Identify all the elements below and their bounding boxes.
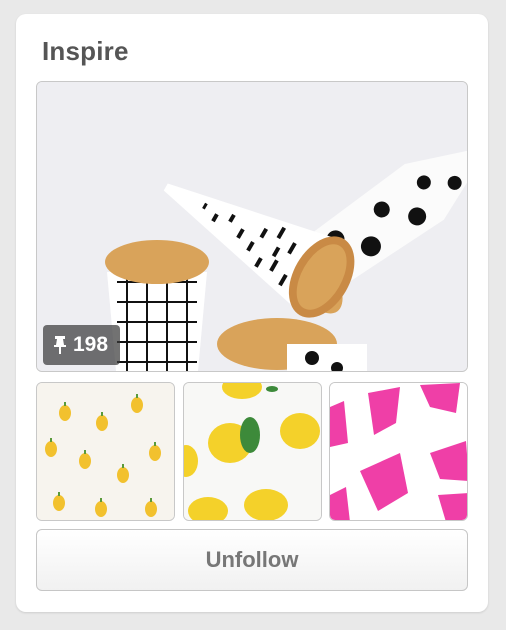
pin-count: 198: [73, 333, 109, 356]
board-cover-image[interactable]: 198: [36, 81, 468, 372]
board-card: Inspire 198 Unfollow: [16, 14, 488, 612]
thumbnail-pink-brush[interactable]: [329, 382, 468, 521]
board-title[interactable]: Inspire: [42, 36, 129, 67]
lemon-pattern-image: [37, 383, 174, 520]
lemons-photo-image: [184, 383, 321, 520]
thumbnail-lemons-photo[interactable]: [183, 382, 322, 521]
pin-count-badge: 198: [43, 325, 121, 365]
thumbnail-lemon-pattern[interactable]: [36, 382, 175, 521]
unfollow-button[interactable]: Unfollow: [36, 529, 468, 591]
pushpin-icon: [53, 335, 67, 355]
pink-brushstroke-image: [330, 383, 467, 520]
